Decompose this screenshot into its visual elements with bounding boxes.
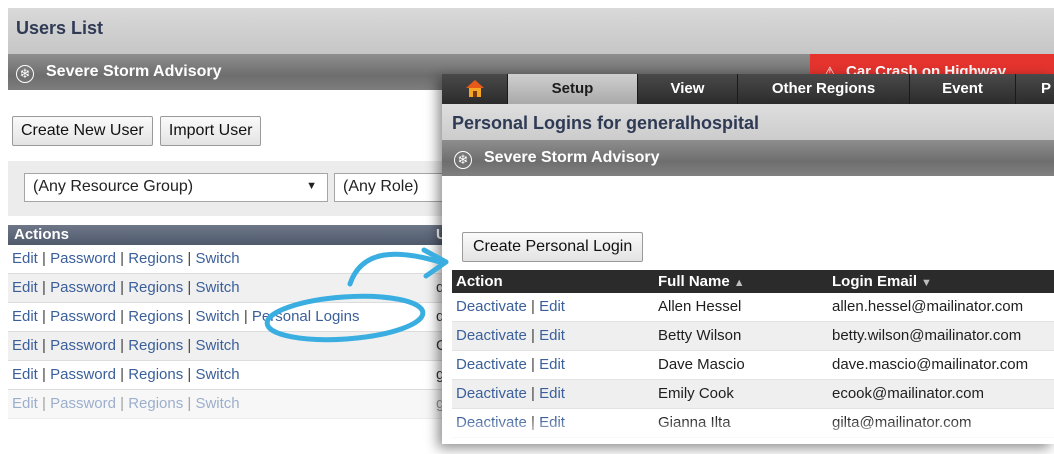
user-toolbar: Create New User Import User (12, 116, 264, 146)
login-email-cell: betty.wilson@mailinator.com (832, 327, 1022, 344)
edit-link[interactable]: Edit (539, 298, 565, 315)
table-row: Deactivate | Edit Allen Hessel allen.hes… (452, 293, 1054, 322)
switch-link[interactable]: Switch (195, 279, 239, 296)
bottom-fade (442, 418, 1054, 444)
edit-link[interactable]: Edit (12, 279, 38, 296)
row-actions: Deactivate | Edit (456, 385, 565, 402)
regions-link[interactable]: Regions (128, 250, 183, 267)
advisory-banner[interactable]: ❄ Severe Storm Advisory (442, 140, 1054, 176)
nav-home[interactable] (442, 74, 508, 104)
edit-link[interactable]: Edit (539, 356, 565, 373)
switch-link[interactable]: Switch (195, 308, 239, 325)
regions-link[interactable]: Regions (128, 279, 183, 296)
table-row: Edit | Password | Regions | Switch g (8, 361, 448, 390)
advisory-text: Severe Storm Advisory (484, 149, 660, 166)
personal-logins-link[interactable]: Personal Logins (252, 308, 360, 325)
nav-tab-other-regions[interactable]: Other Regions (738, 74, 910, 104)
sort-asc-icon: ▲ (733, 277, 745, 289)
sort-desc-icon: ▼ (921, 277, 932, 289)
password-link[interactable]: Password (50, 337, 116, 354)
edit-link[interactable]: Edit (12, 337, 38, 354)
edit-link[interactable]: Edit (12, 308, 38, 325)
password-link[interactable]: Password (50, 395, 116, 412)
edit-link[interactable]: Edit (12, 366, 38, 383)
page-title: Users List (8, 8, 1054, 54)
regions-link[interactable]: Regions (128, 308, 183, 325)
role-select[interactable]: (Any Role) (334, 173, 454, 202)
table-header: Action Full Name ▲ Login Email ▼ (452, 270, 1054, 293)
regions-link[interactable]: Regions (128, 337, 183, 354)
personal-logins-window: Setup View Other Regions Event P Persona… (442, 74, 1054, 444)
deactivate-link[interactable]: Deactivate (456, 298, 527, 315)
create-new-user-button[interactable]: Create New User (12, 116, 153, 146)
full-name-column-header[interactable]: Full Name ▲ (658, 273, 745, 290)
full-name-cell: Dave Mascio (658, 356, 745, 373)
table-row: Edit | Password | Regions | Switch g (8, 390, 448, 419)
edit-link[interactable]: Edit (12, 395, 38, 412)
edit-link[interactable]: Edit (539, 385, 565, 402)
regions-link[interactable]: Regions (128, 395, 183, 412)
table-row: Deactivate | Edit Emily Cook ecook@maili… (452, 380, 1054, 409)
password-link[interactable]: Password (50, 279, 116, 296)
table-row: Deactivate | Edit Dave Mascio dave.masci… (452, 351, 1054, 380)
resource-group-select[interactable]: (Any Resource Group) ▼ (24, 173, 328, 202)
login-email-cell: dave.mascio@mailinator.com (832, 356, 1029, 373)
login-email-header-label: Login Email (832, 273, 918, 290)
regions-link[interactable]: Regions (128, 366, 183, 383)
home-icon (465, 80, 484, 97)
password-link[interactable]: Password (50, 308, 116, 325)
password-link[interactable]: Password (50, 366, 116, 383)
dropdown-caret-icon: ▼ (306, 180, 317, 192)
nav-tab-setup[interactable]: Setup (508, 74, 638, 104)
users-table-header: Actions U (8, 225, 448, 245)
import-user-button[interactable]: Import User (159, 116, 262, 146)
snowflake-icon: ❄ (16, 65, 34, 83)
action-column-header: Action (456, 273, 503, 290)
switch-link[interactable]: Switch (195, 395, 239, 412)
table-row: Edit | Password | Regions | Switch d (8, 274, 448, 303)
nav-tab-event[interactable]: Event (910, 74, 1016, 104)
switch-link[interactable]: Switch (195, 250, 239, 267)
login-email-cell: ecook@mailinator.com (832, 385, 984, 402)
full-name-cell: Betty Wilson (658, 327, 742, 344)
table-row: Edit | Password | Regions | Switch | Per… (8, 303, 448, 332)
row-actions: Deactivate | Edit (456, 298, 565, 315)
actions-column-header: Actions (14, 226, 70, 243)
deactivate-link[interactable]: Deactivate (456, 327, 527, 344)
edit-link[interactable]: Edit (12, 250, 38, 267)
deactivate-link[interactable]: Deactivate (456, 385, 527, 402)
login-email-cell: allen.hessel@mailinator.com (832, 298, 1024, 315)
password-link[interactable]: Password (50, 250, 116, 267)
full-name-cell: Allen Hessel (658, 298, 742, 315)
personal-logins-table: Action Full Name ▲ Login Email ▼ Deactivat… (452, 270, 1054, 438)
row-actions: Deactivate | Edit (456, 356, 565, 373)
full-name-cell: Emily Cook (658, 385, 734, 402)
create-personal-login-button[interactable]: Create Personal Login (462, 232, 644, 262)
login-email-column-header[interactable]: Login Email ▼ (832, 273, 932, 290)
filter-bar: (Any Resource Group) ▼ (Any Role) (8, 161, 454, 216)
deactivate-link[interactable]: Deactivate (456, 356, 527, 373)
page-title: Personal Logins for generalhospital (442, 104, 1054, 140)
nav-tab-more[interactable]: P (1016, 74, 1054, 104)
switch-link[interactable]: Switch (195, 366, 239, 383)
edit-link[interactable]: Edit (539, 327, 565, 344)
table-row: Deactivate | Edit Betty Wilson betty.wil… (452, 322, 1054, 351)
table-row: Edit | Password | Regions | Switch (8, 245, 448, 274)
row-actions: Deactivate | Edit (456, 327, 565, 344)
full-name-header-label: Full Name (658, 273, 730, 290)
switch-link[interactable]: Switch (195, 337, 239, 354)
advisory-text: Severe Storm Advisory (46, 63, 222, 80)
nav-tab-view[interactable]: View (638, 74, 738, 104)
table-row: Edit | Password | Regions | Switch G (8, 332, 448, 361)
top-nav: Setup View Other Regions Event P (442, 74, 1054, 104)
resource-group-value: (Any Resource Group) (33, 178, 194, 195)
snowflake-icon: ❄ (454, 151, 472, 169)
role-value: (Any Role) (343, 178, 419, 195)
